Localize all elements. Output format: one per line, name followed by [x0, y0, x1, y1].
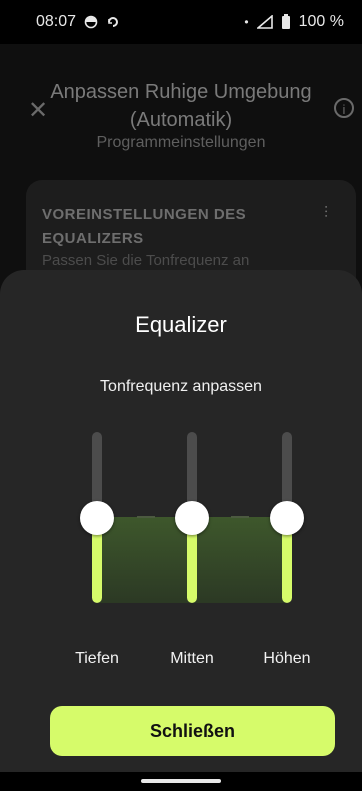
close-button[interactable]: Schließen: [50, 706, 335, 756]
notification-dot-icon: •: [244, 15, 249, 29]
card-description: Passen Sie die Tonfrequenz an: [42, 252, 250, 269]
band-label-mitten: Mitten: [170, 650, 214, 667]
status-time: 08:07: [36, 13, 77, 30]
band-label-tiefen: Tiefen: [75, 650, 119, 667]
card-heading: VOREINSTELLUNGEN DES EQUALIZERS: [42, 206, 247, 247]
vpn-icon: [84, 15, 98, 29]
status-right: • 100 %: [244, 13, 344, 31]
sheet-title: Equalizer: [135, 312, 227, 337]
band-label-hoehen: Höhen: [263, 650, 311, 667]
page-subtitle: Programmeinstellungen: [96, 134, 266, 151]
status-bar: 08:07 • 100 %: [0, 0, 362, 44]
info-icon[interactable]: i: [334, 98, 354, 118]
battery-icon: [281, 14, 290, 29]
sliders-icon: ⫶: [324, 205, 329, 222]
eq-curve-line: [137, 516, 155, 518]
sheet-subtitle: Tonfrequenz anpassen: [100, 378, 262, 395]
close-icon[interactable]: ✕: [28, 96, 48, 125]
eq-curve-line: [231, 516, 249, 518]
slider-knob-hoehen[interactable]: [270, 501, 304, 535]
slider-knob-tiefen[interactable]: [80, 501, 114, 535]
sync-icon: [108, 17, 119, 27]
slider-knob-mitten[interactable]: [175, 501, 209, 535]
status-left: 08:07: [36, 13, 120, 31]
page-title: Anpassen Ruhige Umgebung (Automatik): [50, 81, 312, 131]
battery-percent: 100 %: [298, 13, 344, 30]
home-handle[interactable]: [141, 779, 221, 783]
signal-icon: [256, 15, 273, 29]
